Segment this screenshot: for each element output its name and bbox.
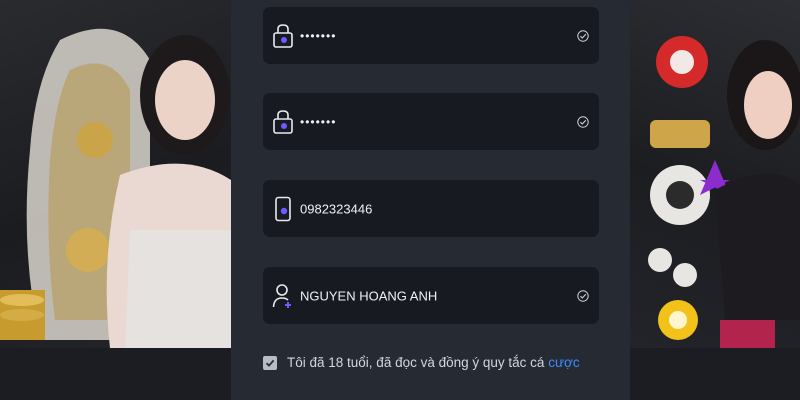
full-name-value: NGUYEN HOANG ANH — [300, 288, 438, 303]
password-value: ••••••• — [300, 28, 337, 43]
checkmark-icon — [265, 359, 275, 367]
confirm-password-value: ••••••• — [300, 114, 337, 129]
phone-icon — [275, 196, 291, 221]
promo-illustration-left — [0, 28, 231, 348]
check-circle-icon — [577, 289, 589, 302]
check-circle-icon — [577, 29, 589, 42]
promo-illustration-right — [648, 36, 800, 348]
password-field[interactable]: ••••••• — [263, 7, 599, 64]
left-bottom-strip — [0, 348, 231, 400]
phone-field[interactable]: 0982323446 — [263, 180, 599, 237]
lock-icon — [273, 109, 293, 134]
terms-link[interactable]: cược — [548, 355, 579, 370]
check-circle-icon — [577, 115, 589, 128]
user-add-icon — [272, 283, 291, 308]
full-name-field[interactable]: NGUYEN HOANG ANH — [263, 267, 599, 324]
registration-form-panel: ••••••• ••••••• 0982323446 NGUYEN HOANG … — [231, 0, 630, 400]
phone-value: 0982323446 — [300, 201, 373, 216]
terms-text: Tôi đã 18 tuổi, đã đọc và đồng ý quy tắc… — [287, 355, 580, 370]
terms-label: Tôi đã 18 tuổi, đã đọc và đồng ý quy tắc… — [287, 355, 545, 370]
left-promo-banner — [0, 0, 231, 348]
terms-checkbox[interactable] — [263, 355, 277, 370]
confirm-password-field[interactable]: ••••••• — [263, 93, 599, 150]
lock-icon — [273, 23, 293, 48]
right-promo-banner — [630, 0, 800, 348]
terms-agreement: Tôi đã 18 tuổi, đã đọc và đồng ý quy tắc… — [263, 355, 580, 370]
right-bottom-strip — [630, 348, 800, 400]
